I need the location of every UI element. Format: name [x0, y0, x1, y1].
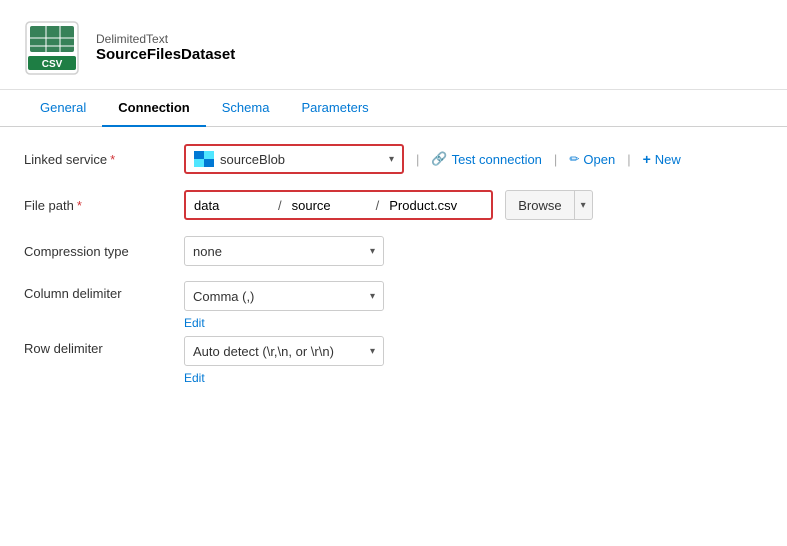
compression-chevron-icon: ▾ [370, 246, 375, 257]
file-path-container: / / [184, 190, 493, 220]
row-delimiter-label: Row delimiter [24, 336, 184, 356]
column-delimiter-label: Column delimiter [24, 281, 184, 301]
tab-connection[interactable]: Connection [102, 90, 206, 127]
browse-chevron-icon: ▾ [581, 200, 586, 211]
test-connection-link[interactable]: 🔗 Test connection [431, 151, 542, 167]
path-sep-2: / [374, 198, 382, 213]
required-star-linked: * [110, 152, 115, 167]
tab-general[interactable]: General [24, 90, 102, 127]
compression-type-row: Compression type none ▾ [24, 235, 763, 267]
linked-service-controls: sourceBlob ▾ | 🔗 Test connection | ✏ Ope… [184, 144, 763, 174]
row-delimiter-row: Row delimiter Auto detect (\r,\n, or \r\… [24, 336, 763, 385]
content-area: Linked service * sourceBlob ▾ [0, 127, 787, 546]
chain-icon: 🔗 [431, 151, 447, 167]
browse-dropdown-button[interactable]: ▾ [575, 190, 593, 220]
file-path-controls: / / Browse ▾ [184, 190, 763, 220]
csv-icon: CSV [24, 20, 80, 76]
row-delimiter-edit-link[interactable]: Edit [184, 371, 384, 385]
separator-3: | [627, 152, 630, 167]
linked-service-dropdown[interactable]: sourceBlob ▾ [184, 144, 404, 174]
tab-schema[interactable]: Schema [206, 90, 286, 127]
row-delimiter-dropdown[interactable]: Auto detect (\r,\n, or \r\n) ▾ [184, 336, 384, 366]
linked-service-chevron: ▾ [389, 154, 394, 165]
open-link[interactable]: ✏ Open [569, 152, 615, 167]
plus-icon: + [643, 151, 651, 167]
file-path-segment3[interactable] [381, 192, 491, 218]
compression-type-value: none [193, 244, 366, 259]
linked-service-row: Linked service * sourceBlob ▾ [24, 143, 763, 175]
column-delimiter-chevron-icon: ▾ [370, 291, 375, 302]
column-delimiter-edit-link[interactable]: Edit [184, 316, 384, 330]
path-sep-1: / [276, 198, 284, 213]
browse-button[interactable]: Browse [505, 190, 574, 220]
column-delimiter-dropdown[interactable]: Comma (,) ▾ [184, 281, 384, 311]
compression-type-dropdown[interactable]: none ▾ [184, 236, 384, 266]
column-delimiter-value: Comma (,) [193, 289, 366, 304]
header: CSV DelimitedText SourceFilesDataset [0, 0, 787, 90]
new-link[interactable]: + New [643, 151, 681, 167]
file-path-segment1[interactable] [186, 192, 276, 218]
browse-btn-group: Browse ▾ [505, 190, 592, 220]
row-delimiter-controls: Auto detect (\r,\n, or \r\n) ▾ Edit [184, 336, 384, 385]
separator-2: | [554, 152, 557, 167]
tab-parameters[interactable]: Parameters [285, 90, 384, 127]
header-name: SourceFilesDataset [96, 46, 235, 63]
header-text: DelimitedText SourceFilesDataset [96, 32, 235, 63]
row-delimiter-chevron-icon: ▾ [370, 346, 375, 357]
pencil-icon: ✏ [569, 152, 579, 166]
column-delimiter-row: Column delimiter Comma (,) ▾ Edit [24, 281, 763, 330]
linked-service-label: Linked service * [24, 152, 184, 167]
linked-service-value: sourceBlob [220, 152, 383, 167]
separator-1: | [416, 152, 419, 167]
page-container: CSV DelimitedText SourceFilesDataset Gen… [0, 0, 787, 546]
blob-storage-icon [194, 151, 214, 167]
file-path-label: File path * [24, 198, 184, 213]
svg-text:CSV: CSV [42, 59, 63, 70]
file-path-segment2[interactable] [284, 192, 374, 218]
required-star-filepath: * [77, 198, 82, 213]
compression-controls: none ▾ [184, 236, 763, 266]
compression-type-label: Compression type [24, 244, 184, 259]
row-delimiter-value: Auto detect (\r,\n, or \r\n) [193, 344, 366, 359]
header-type: DelimitedText [96, 32, 235, 46]
tabs-bar: General Connection Schema Parameters [0, 90, 787, 127]
file-path-row: File path * / / Browse ▾ [24, 189, 763, 221]
column-delimiter-controls: Comma (,) ▾ Edit [184, 281, 384, 330]
